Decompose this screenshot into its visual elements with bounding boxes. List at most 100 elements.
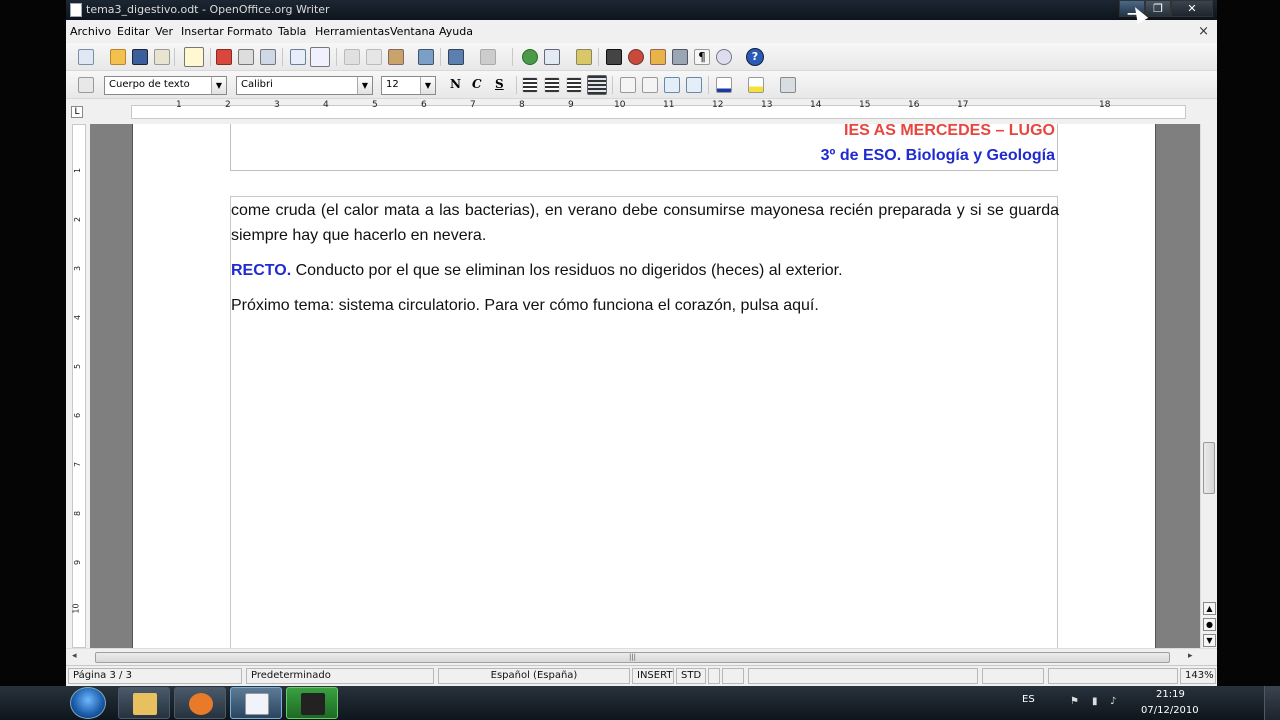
paragraph-style-combo[interactable]: Cuerpo de texto ▼: [104, 76, 227, 95]
increase-indent-icon[interactable]: [686, 77, 702, 93]
italic-button[interactable]: C: [472, 77, 482, 91]
align-left-icon[interactable]: [522, 77, 538, 93]
font-name-combo[interactable]: Calibri ▼: [236, 76, 373, 95]
device-icon[interactable]: ▮: [1092, 696, 1106, 708]
signature-field[interactable]: [748, 668, 978, 684]
selection-mode[interactable]: STD: [676, 668, 706, 684]
hyperlink-mode-icon[interactable]: [708, 668, 720, 684]
justify-icon[interactable]: [587, 75, 607, 95]
styles-formatting-icon[interactable]: [78, 77, 94, 93]
export-pdf-icon[interactable]: [216, 49, 232, 65]
spellcheck-icon[interactable]: [290, 49, 306, 65]
email-icon[interactable]: [154, 49, 170, 65]
navigator-icon[interactable]: [628, 49, 644, 65]
data-sources-icon[interactable]: [672, 49, 688, 65]
decrease-indent-icon[interactable]: [664, 77, 680, 93]
edit-mode-icon[interactable]: [184, 47, 204, 67]
menu-formato[interactable]: Formato: [227, 25, 273, 38]
menu-ayuda[interactable]: Ayuda: [439, 25, 473, 38]
paragraph-recto[interactable]: RECTO. Conducto por el que se eliminan l…: [231, 258, 1059, 283]
copy-icon[interactable]: [366, 49, 382, 65]
text-body-area[interactable]: come cruda (el calor mata a las bacteria…: [230, 196, 1059, 648]
close-window-button[interactable]: ✕: [1171, 0, 1213, 17]
taskbar-writer[interactable]: [230, 687, 282, 719]
show-desktop-button[interactable]: [1264, 686, 1280, 720]
bullets-icon[interactable]: [642, 77, 658, 93]
background-color-icon[interactable]: [780, 77, 796, 93]
taskbar-explorer[interactable]: [118, 687, 170, 719]
underline-button[interactable]: S: [495, 77, 504, 91]
page[interactable]: IES AS MERCEDES – LUGO 3º de ESO. Biolog…: [132, 124, 1156, 648]
help-icon[interactable]: ?: [746, 48, 764, 66]
vertical-scrollbar[interactable]: ▲ ● ▼: [1200, 124, 1217, 648]
title-bar[interactable]: tema3_digestivo.odt - OpenOffice.org Wri…: [66, 0, 1217, 20]
action-center-flag-icon[interactable]: ⚑: [1070, 696, 1084, 708]
paste-icon[interactable]: [388, 49, 404, 65]
find-replace-icon[interactable]: [606, 49, 622, 65]
font-color-icon[interactable]: [716, 77, 732, 93]
volume-icon[interactable]: ♪: [1110, 696, 1124, 708]
horizontal-scrollbar[interactable]: ◂ ||| ▸: [66, 648, 1217, 665]
page-header[interactable]: IES AS MERCEDES – LUGO 3º de ESO. Biolog…: [230, 124, 1058, 171]
chevron-down-icon[interactable]: ▼: [420, 77, 435, 94]
language-indicator[interactable]: Español (España): [438, 668, 630, 684]
vertical-ruler[interactable]: 1 2 3 4 5 6 7 8 9 10: [66, 124, 90, 648]
undo-icon[interactable]: [448, 49, 464, 65]
menu-ver[interactable]: Ver: [155, 25, 173, 38]
autospellcheck-icon[interactable]: [310, 47, 330, 67]
align-right-icon[interactable]: [566, 77, 582, 93]
save-icon[interactable]: [132, 49, 148, 65]
gallery-icon[interactable]: [650, 49, 666, 65]
chevron-down-icon[interactable]: ▼: [211, 77, 226, 94]
page-indicator[interactable]: Página 3 / 3: [68, 668, 242, 684]
print-icon[interactable]: [238, 49, 254, 65]
zoom-level[interactable]: 143%: [1180, 668, 1216, 684]
taskbar-media-player[interactable]: [174, 687, 226, 719]
chevron-down-icon[interactable]: ▼: [357, 77, 372, 94]
table-icon[interactable]: [544, 49, 560, 65]
restore-button[interactable]: ❐: [1145, 0, 1171, 17]
bold-button[interactable]: N: [450, 77, 461, 91]
previous-page-icon[interactable]: ▲: [1203, 602, 1216, 615]
vertical-scroll-thumb[interactable]: [1203, 442, 1215, 494]
paragraph-next-topic[interactable]: Próximo tema: sistema circulatorio. Para…: [231, 293, 1059, 318]
view-layout-icon[interactable]: [982, 668, 1044, 684]
insert-mode[interactable]: INSERT: [632, 668, 674, 684]
align-center-icon[interactable]: [544, 77, 560, 93]
next-page-icon[interactable]: ▼: [1203, 634, 1216, 647]
page-style[interactable]: Predeterminado: [246, 668, 434, 684]
horizontal-scroll-thumb[interactable]: |||: [95, 652, 1170, 663]
hyperlink-icon[interactable]: [522, 49, 538, 65]
menu-editar[interactable]: Editar: [117, 25, 150, 38]
menu-tabla[interactable]: Tabla: [278, 25, 306, 38]
format-paintbrush-icon[interactable]: [418, 49, 434, 65]
paragraph-food-safety[interactable]: come cruda (el calor mata a las bacteria…: [231, 198, 1059, 248]
taskbar-recorder[interactable]: [286, 687, 338, 719]
scroll-right-icon[interactable]: ▸: [1188, 651, 1193, 661]
menu-insertar[interactable]: Insertar: [181, 25, 224, 38]
print-preview-icon[interactable]: [260, 49, 276, 65]
formatting-marks-icon[interactable]: ¶: [694, 49, 710, 65]
cut-icon[interactable]: [344, 49, 360, 65]
menu-herramientas[interactable]: Herramientas: [315, 25, 390, 38]
start-button[interactable]: [70, 687, 106, 719]
open-folder-icon[interactable]: [110, 49, 126, 65]
show-draw-functions-icon[interactable]: [576, 49, 592, 65]
highlighting-icon[interactable]: [748, 77, 764, 93]
clock-date[interactable]: 07/12/2010: [1141, 705, 1199, 716]
numbering-icon[interactable]: [620, 77, 636, 93]
tab-type-selector[interactable]: L: [71, 106, 83, 118]
horizontal-ruler[interactable]: L 1 2 3 4 5 6 7 8 9 10 11 12 13 14 15 16…: [66, 100, 1217, 124]
zoom-icon[interactable]: [716, 49, 732, 65]
keyboard-language[interactable]: ES: [1022, 694, 1035, 705]
menu-ventana[interactable]: Ventana: [390, 25, 435, 38]
font-size-combo[interactable]: 12 ▼: [381, 76, 436, 95]
menu-archivo[interactable]: Archivo: [70, 25, 111, 38]
navigation-icon[interactable]: ●: [1203, 618, 1216, 631]
clock-time[interactable]: 21:19: [1156, 689, 1185, 700]
redo-icon[interactable]: [480, 49, 496, 65]
scroll-left-icon[interactable]: ◂: [72, 651, 77, 661]
close-document-icon[interactable]: ×: [1198, 24, 1209, 39]
new-document-icon[interactable]: [78, 49, 94, 65]
zoom-slider[interactable]: [1048, 668, 1178, 684]
